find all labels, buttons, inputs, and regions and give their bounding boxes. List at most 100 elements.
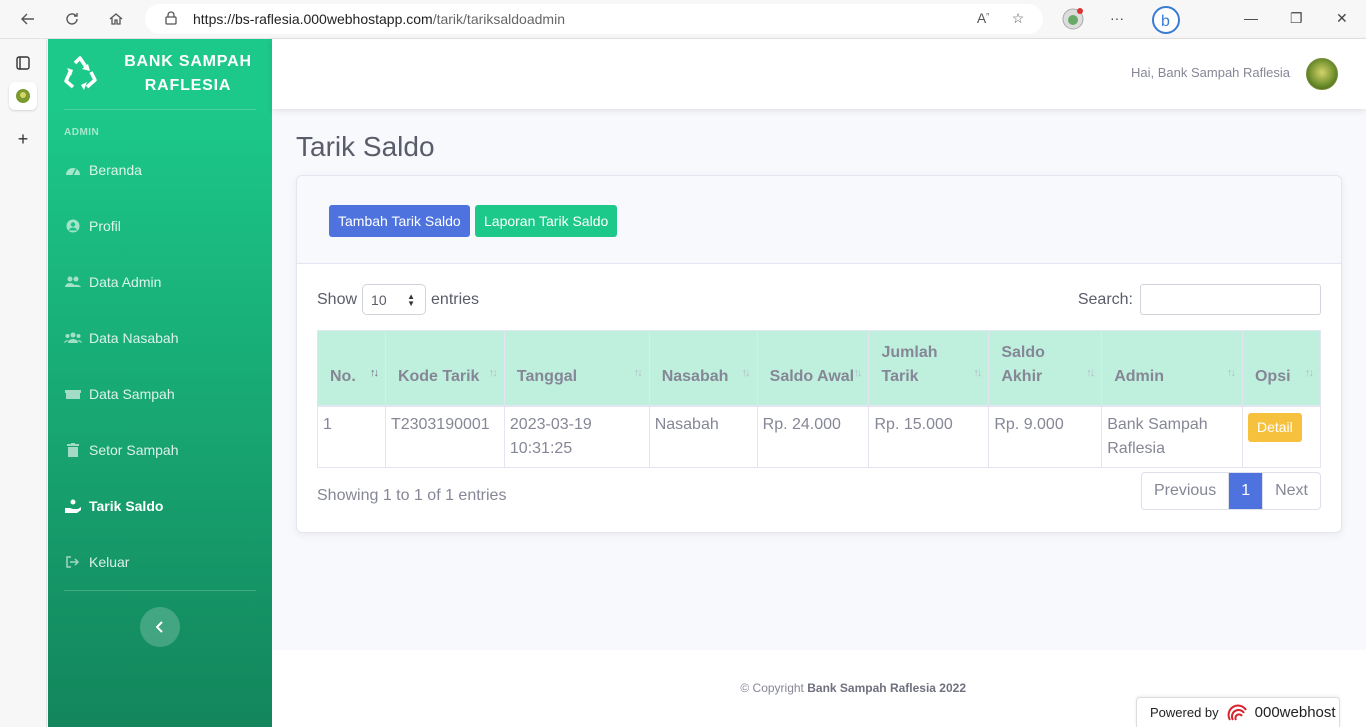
new-tab-icon[interactable]: + — [9, 125, 37, 153]
trash-icon — [64, 443, 82, 457]
cell-tanggal: 2023-03-19 10:31:25 — [503, 405, 650, 468]
sidebar-item-tarik-saldo[interactable]: Tarik Saldo — [64, 494, 264, 518]
recycle-icon — [64, 56, 97, 90]
sidebar-item-label: Setor Sampah — [89, 442, 179, 458]
sidebar-heading: ADMIN — [64, 127, 100, 138]
sort-icon: ↑↓ — [369, 366, 379, 379]
column-header-nasabah[interactable]: Nasabah ↑↓ — [648, 330, 758, 407]
address-bar[interactable]: https://bs-raflesia.000webhostapp.com/ta… — [145, 4, 1043, 34]
svg-text:b: b — [1161, 13, 1170, 30]
cell-opsi: Detail — [1241, 405, 1322, 468]
sidebar-item-beranda[interactable]: Beranda — [64, 158, 264, 182]
copilot-icon[interactable]: b — [1151, 5, 1181, 38]
chevron-left-icon — [156, 621, 163, 633]
back-icon[interactable] — [17, 8, 39, 30]
more-icon[interactable]: ··· — [1110, 10, 1124, 26]
topbar: Hai, Bank Sampah Raflesia — [272, 39, 1366, 109]
sidebar-item-data-nasabah[interactable]: Data Nasabah — [64, 326, 264, 350]
sidebar-item-profil[interactable]: Profil — [64, 214, 264, 238]
sort-icon: ↑↓ — [1226, 366, 1236, 379]
sidebar-item-keluar[interactable]: Keluar — [64, 550, 264, 574]
sidebar-item-setor-sampah[interactable]: Setor Sampah — [64, 438, 264, 462]
powered-brand: 000webhost — [1254, 704, 1336, 721]
column-header-jumlah-tarik[interactable]: Jumlah Tarik ↑↓ — [868, 330, 990, 407]
sign-out-icon — [64, 555, 82, 569]
sidebar-item-label: Keluar — [89, 554, 130, 570]
content-card: Tambah Tarik Saldo Laporan Tarik Saldo S… — [296, 175, 1342, 533]
read-aloud-icon[interactable]: Aⁿ — [974, 10, 992, 28]
sidebar: BANK SAMPAH RAFLESIA ADMIN Beranda Profi… — [48, 39, 272, 727]
cell-saldo-akhir: Rp. 9.000 — [988, 405, 1103, 468]
table-header-row: No. ↑↓ Kode Tarik ↑↓ Tanggal ↑↓ Nasabah ↑↓ S… — [317, 330, 1322, 407]
entries-label: entries — [431, 290, 480, 308]
tab-bank-sampah[interactable] — [9, 82, 37, 110]
sidebar-item-label: Beranda — [89, 162, 142, 178]
sidebar-divider — [64, 590, 256, 591]
cell-kode-tarik: T2303190001 — [384, 405, 505, 468]
column-header-saldo-awal[interactable]: Saldo Awal ↑↓ — [756, 330, 870, 407]
user-greeting[interactable]: Hai, Bank Sampah Raflesia — [1131, 65, 1290, 80]
sidebar-divider — [64, 109, 256, 110]
previous-page-button[interactable]: Previous — [1142, 473, 1230, 509]
tab-actions-icon[interactable] — [9, 49, 37, 77]
page-1-button[interactable]: 1 — [1229, 473, 1263, 509]
webhost-logo-icon — [1227, 704, 1247, 721]
sidebar-item-label: Data Admin — [89, 274, 162, 290]
withdrawal-table: No. ↑↓ Kode Tarik ↑↓ Tanggal ↑↓ Nasabah ↑↓ S… — [317, 330, 1322, 468]
sidebar-item-data-admin[interactable]: Data Admin — [64, 270, 264, 294]
refresh-icon[interactable] — [61, 8, 83, 30]
next-page-button[interactable]: Next — [1262, 473, 1320, 509]
user-circle-icon — [64, 219, 82, 233]
add-withdrawal-button[interactable]: Tambah Tarik Saldo — [329, 205, 470, 237]
close-icon[interactable]: ✕ — [1336, 10, 1348, 27]
cell-admin: Bank Sampah Raflesia — [1101, 405, 1243, 468]
sidebar-item-label: Data Sampah — [89, 386, 175, 402]
sort-icon: ↑↓ — [741, 366, 751, 379]
cell-saldo-awal: Rp. 24.000 — [756, 405, 870, 468]
table-info: Showing 1 to 1 of 1 entries — [317, 487, 507, 504]
dumpster-icon — [64, 387, 82, 401]
entries-select[interactable]: 10 ▲ ▼ — [362, 284, 427, 315]
column-header-saldo-akhir[interactable]: Saldo Akhir ↑↓ — [988, 330, 1103, 407]
cell-no: 1 — [317, 405, 386, 468]
column-header-kode-tarik[interactable]: Kode Tarik ↑↓ — [384, 330, 505, 407]
sort-icon: ↑↓ — [1305, 366, 1314, 379]
cell-jumlah-tarik: Rp. 15.000 — [868, 405, 990, 468]
show-label: Show — [317, 290, 358, 308]
sidebar-item-label: Profil — [89, 218, 121, 234]
home-icon[interactable] — [105, 8, 127, 30]
powered-label: Powered by — [1150, 705, 1219, 720]
sidebar-toggle-button[interactable] — [140, 607, 180, 647]
restore-icon[interactable]: ❐ — [1290, 10, 1303, 27]
entries-value: 10 — [371, 291, 387, 308]
vertical-tab-strip: + — [0, 39, 47, 727]
search-control: Search: — [1078, 284, 1321, 315]
sort-icon: ↑↓ — [1086, 366, 1095, 379]
minimize-icon[interactable]: — — [1244, 10, 1258, 26]
copyright-text: © Copyright Bank Sampah Raflesia 2022 — [740, 681, 966, 695]
brand-name: BANK SAMPAH RAFLESIA — [124, 53, 252, 94]
detail-button[interactable]: Detail — [1247, 412, 1302, 442]
column-header-opsi[interactable]: Opsi ↑↓ — [1241, 330, 1322, 407]
sort-icon: ↑↓ — [488, 366, 498, 379]
column-header-no[interactable]: No. ↑↓ — [317, 330, 386, 407]
table-row: 1 T2303190001 2023-03-19 10:31:25 Nasaba… — [317, 405, 1322, 468]
sort-icon: ↑↓ — [853, 366, 862, 379]
profile-icon[interactable] — [1062, 8, 1084, 33]
sidebar-item-label: Tarik Saldo — [89, 498, 164, 514]
column-header-admin[interactable]: Admin ↑↓ — [1101, 330, 1243, 407]
lock-icon — [165, 11, 177, 25]
search-label: Search: — [1077, 290, 1133, 308]
search-input[interactable] — [1140, 284, 1321, 315]
sidebar-brand[interactable]: BANK SAMPAH RAFLESIA — [48, 39, 272, 109]
favorite-icon[interactable]: ☆ — [1009, 10, 1027, 28]
pagination: Previous 1 Next — [1140, 472, 1321, 510]
sidebar-item-data-sampah[interactable]: Data Sampah — [64, 382, 264, 406]
powered-by-badge[interactable]: Powered by 000webhost — [1136, 697, 1340, 727]
column-header-tanggal[interactable]: Tanggal ↑↓ — [503, 330, 650, 407]
select-caret-icon: ▲ ▼ — [407, 292, 416, 308]
avatar[interactable] — [1306, 58, 1338, 90]
withdrawal-report-button[interactable]: Laporan Tarik Saldo — [475, 205, 618, 237]
url-text: https://bs-raflesia.000webhostapp.com/ta… — [193, 11, 565, 27]
browser-toolbar: https://bs-raflesia.000webhostapp.com/ta… — [0, 0, 1366, 39]
